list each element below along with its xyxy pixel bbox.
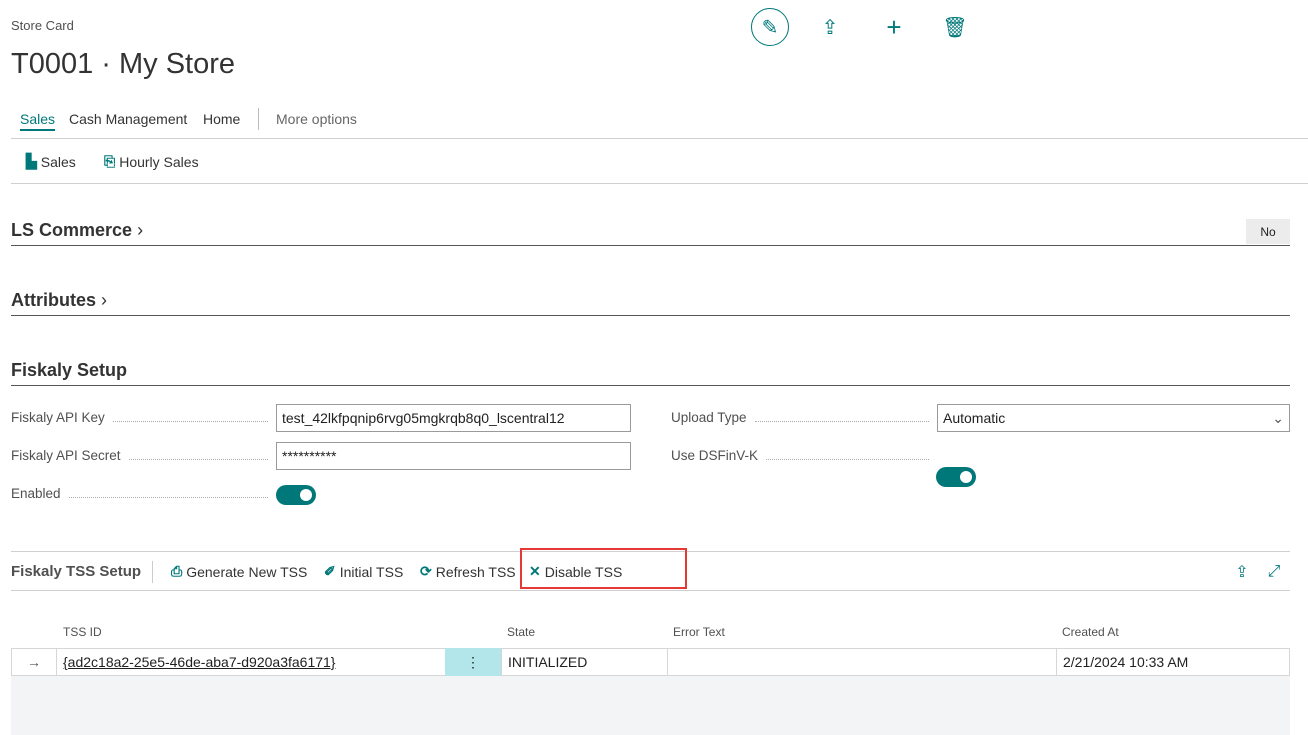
error-text-cell bbox=[667, 648, 1057, 676]
toolbar-divider bbox=[152, 561, 153, 583]
more-vertical-icon: ⋮ bbox=[466, 653, 480, 670]
divider bbox=[11, 315, 1290, 316]
hourly-sales-action[interactable]: ⎘ Hourly Sales bbox=[104, 153, 199, 170]
tss-id-link[interactable]: {ad2c18a2-25e5-46de-aba7-d920a3fa6171} bbox=[63, 654, 335, 670]
api-secret-input[interactable]: ********** bbox=[276, 442, 631, 470]
tab-divider bbox=[258, 108, 259, 130]
api-key-input[interactable]: test_42lkfpqnip6rvg05mgkrqb8q0_lscentral… bbox=[276, 404, 631, 432]
chevron-down-icon: ⌄ bbox=[1272, 409, 1284, 426]
state-cell: INITIALIZED bbox=[501, 648, 668, 676]
api-secret-label: Fiskaly API Secret bbox=[11, 448, 276, 463]
sales-action[interactable]: ▙ Sales bbox=[26, 153, 76, 170]
highlight-box bbox=[520, 548, 687, 589]
chart-icon: ▙ bbox=[26, 153, 37, 169]
hourly-sales-label: Hourly Sales bbox=[119, 153, 199, 170]
upload-type-value: Automatic bbox=[943, 410, 1006, 426]
ls-commerce-value: No bbox=[1246, 219, 1290, 244]
upload-type-select[interactable]: Automatic ⌄ bbox=[937, 404, 1290, 432]
edit-document-icon: ✐ bbox=[324, 563, 336, 579]
document-icon: ⎙ bbox=[171, 563, 183, 579]
share-icon: ⇪ bbox=[1235, 564, 1249, 581]
divider bbox=[11, 385, 1290, 386]
column-state[interactable]: State bbox=[507, 625, 535, 639]
share-list-button[interactable]: ⇪ bbox=[1230, 560, 1254, 584]
divider bbox=[11, 590, 1290, 591]
table-empty-area bbox=[11, 676, 1290, 735]
delete-button[interactable]: 🗑 bbox=[936, 8, 974, 46]
edit-button[interactable]: ✎ bbox=[751, 8, 789, 46]
refresh-icon: ⟳ bbox=[420, 563, 432, 579]
tss-section-title: Fiskaly TSS Setup bbox=[11, 563, 142, 580]
initial-tss-button[interactable]: ✐ Initial TSS bbox=[324, 563, 403, 580]
enabled-toggle[interactable] bbox=[276, 485, 316, 505]
upload-type-label: Upload Type bbox=[671, 410, 937, 425]
tab-home[interactable]: Home bbox=[203, 111, 240, 127]
page-caption: Store Card bbox=[11, 18, 74, 33]
sales-action-label: Sales bbox=[40, 153, 76, 170]
chevron-right-icon: › bbox=[101, 290, 108, 310]
column-tss-id[interactable]: TSS ID bbox=[63, 625, 102, 639]
plus-icon: + bbox=[886, 11, 902, 42]
button-label: Generate New TSS bbox=[186, 563, 308, 580]
expand-icon: ⤢ bbox=[1267, 563, 1281, 580]
dsfinv-label: Use DSFinV-K bbox=[671, 448, 937, 463]
section-fiskaly-setup[interactable]: Fiskaly Setup bbox=[11, 360, 127, 381]
generate-new-tss-button[interactable]: ⎙ Generate New TSS bbox=[171, 563, 307, 580]
report-icon: ⎘ bbox=[104, 153, 116, 169]
section-title: Attributes bbox=[11, 290, 96, 310]
button-label: Refresh TSS bbox=[435, 563, 516, 580]
divider bbox=[11, 138, 1308, 139]
divider bbox=[11, 245, 1290, 246]
divider bbox=[11, 183, 1308, 184]
new-button[interactable]: + bbox=[875, 8, 913, 46]
column-created-at[interactable]: Created At bbox=[1062, 625, 1119, 639]
chevron-right-icon: › bbox=[137, 220, 144, 240]
refresh-tss-button[interactable]: ⟳ Refresh TSS bbox=[420, 563, 516, 580]
tab-sales[interactable]: Sales bbox=[20, 111, 56, 131]
page-title: T0001 · My Store bbox=[11, 48, 236, 80]
tss-id-cell[interactable]: {ad2c18a2-25e5-46de-aba7-d920a3fa6171} bbox=[56, 648, 446, 676]
arrow-right-icon: → bbox=[27, 654, 41, 670]
expand-button[interactable]: ⤢ bbox=[1262, 560, 1286, 584]
button-label: Initial TSS bbox=[339, 563, 404, 580]
share-icon: ⇪ bbox=[821, 16, 839, 39]
tab-more-options[interactable]: More options bbox=[276, 111, 357, 127]
section-title: LS Commerce bbox=[11, 220, 133, 240]
pencil-icon: ✎ bbox=[761, 16, 779, 39]
tab-cash-management[interactable]: Cash Management bbox=[69, 111, 187, 127]
share-button[interactable]: ⇪ bbox=[811, 8, 849, 46]
dsfinv-toggle[interactable] bbox=[936, 467, 976, 487]
section-attributes[interactable]: Attributes › bbox=[11, 290, 107, 311]
column-error-text[interactable]: Error Text bbox=[673, 625, 725, 639]
row-selector[interactable]: → bbox=[11, 648, 57, 676]
section-ls-commerce[interactable]: LS Commerce › bbox=[11, 220, 143, 241]
created-at-cell: 2/21/2024 10:33 AM bbox=[1056, 648, 1290, 676]
api-key-label: Fiskaly API Key bbox=[11, 410, 276, 425]
enabled-label: Enabled bbox=[11, 486, 276, 501]
trash-icon: 🗑 bbox=[942, 16, 968, 39]
row-menu-button[interactable]: ⋮ bbox=[445, 648, 501, 676]
